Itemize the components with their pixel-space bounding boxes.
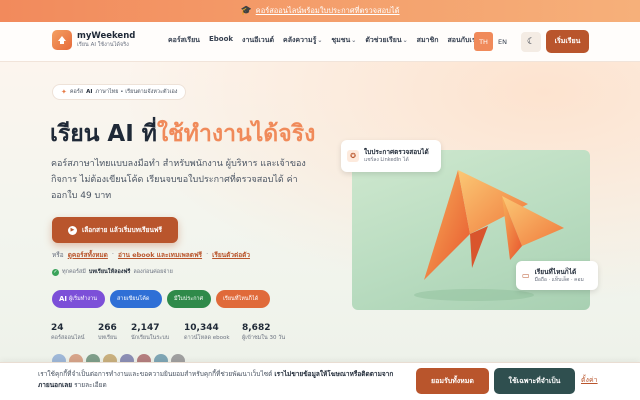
ebook-link[interactable]: อ่าน ebook และเทมเพลตฟรี [118,250,202,260]
free-lesson-note: ✓ ทุกคอร์สมี บทเรียนให้ลองฟรี ลองก่อนค่อยจ… [52,268,173,276]
chip-certificate[interactable]: มีใบประกาศ [167,290,211,308]
lang-en-button[interactable]: EN [493,32,512,51]
free-prefix: ทุกคอร์สมี [62,269,86,275]
chevron-down-icon: ⌄ [351,37,357,44]
hero-title-accent: ใช้ทำงานได้จริง [156,121,316,147]
site-header: myWeekend เรียน AI ใช้งานได้จริง คอร์สเร… [0,22,640,62]
certificate-badge: ✪ ใบประกาศตรวจสอบได้ แชร์ลง LinkedIn ได้ [341,140,441,172]
free-bold: บทเรียนให้ลองฟรี [88,269,131,275]
free-suffix: ลองก่อนค่อยจ่าย [133,269,173,275]
stat-label: นักเรียนในระบบ [131,335,170,341]
graduation-cap-icon: 🎓 [240,6,252,16]
chip-label: มีใบประกาศ [174,296,204,302]
cookie-text-plain: เราใช้คุกกี้ที่จำเป็นต่อการทำงานและขอควา… [38,370,275,378]
stat-value: 8,682 [242,323,271,333]
stat-students: 2,147 นักเรียนในระบบ [131,322,169,343]
play-icon: ▶ [67,225,77,235]
stat-value: 2,147 [131,323,160,333]
stat-visitors: 8,682 ผู้เข้าชมใน 30 วัน [242,322,285,343]
or-label: หรือ [52,251,64,259]
badge-title: เรียนที่ไหนก็ได้ [534,267,577,276]
logo-name: myWeekend [77,31,136,41]
chip-label: ผู้เริ่มทำงาน [69,296,97,302]
nav-item-ebook[interactable]: Ebook [209,35,233,46]
stat-label: ดาวน์โหลด ebook [184,335,230,341]
moon-icon: ☾ [526,37,536,47]
separator: · [206,250,209,258]
anywhere-badge: ▭ เรียนที่ไหนก็ได้ มือถือ · แท็บเล็ต · ค… [516,261,598,290]
language-switcher: TH EN [474,32,512,51]
hero-title: เรียน AI ที่ใช้ทำงานได้จริง [50,116,315,152]
chip-anywhere[interactable]: เรียนที่ไหนก็ได้ [216,290,270,308]
nav-item-knowledge[interactable]: คลังความรู้⌄ [283,35,322,46]
separator: · [111,250,114,258]
stat-label: ผู้เข้าชมใน 30 วัน [242,335,286,341]
hero-links: หรือ ดูคอร์สทั้งหมด · อ่าน ebook และเทมเ… [52,250,250,260]
dark-mode-toggle[interactable]: ☾ [521,32,541,52]
nav-item-membership[interactable]: สมาชิก [417,35,439,46]
chip-bold: AI [59,295,68,303]
logo[interactable]: myWeekend เรียน AI ใช้งานได้จริง [52,30,135,50]
stat-value: 266 [98,323,117,333]
announcement-bar[interactable]: 🎓 คอร์สออนไลน์พร้อมใบประกาศที่ตรวจสอบได้ [0,0,640,22]
pill-rest: ภาษาไทย • เรียนตามจังหวะตัวเอง [95,89,178,95]
all-courses-link[interactable]: ดูคอร์สทั้งหมด [68,250,108,260]
badge-subtitle: มือถือ · แท็บเล็ต · คอม [534,276,584,283]
start-learning-button[interactable]: เริ่มเรียน [546,30,589,53]
chip-beginner[interactable]: AI ผู้เริ่มทำงาน [52,290,105,308]
pill-bold: AI [86,89,93,95]
hero-description: คอร์สภาษาไทยแบบลงมือทำ สำหรับพนักงาน ผู้… [51,159,306,201]
certificate-icon: ✪ [347,150,359,162]
stat-label: คอร์สออนไลน์ [51,335,85,341]
cta-label: เลือกสาย แล้วเริ่มบทเรียนฟรี [81,226,163,234]
badge-title: ใบประกาศตรวจสอบได้ [364,148,429,156]
sparkle-icon: ✦ [61,88,67,96]
devices-icon: ▭ [522,271,530,280]
logo-tagline: เรียน AI ใช้งานได้จริง [77,42,129,48]
stat-label: บทเรียน [98,335,117,341]
chip-label: เรียนที่ไหนก็ได้ [223,296,259,302]
logo-icon [52,30,72,50]
pill-label: คอร์ส [69,89,84,95]
category-chips: AI ผู้เริ่มทำงาน สายเขียนโค้ด มีใบประกาศ … [52,290,270,308]
stat-downloads: 10,344 ดาวน์โหลด ebook [184,322,230,343]
chevron-down-icon: ⌄ [317,37,323,44]
hero-pill: ✦ คอร์ส AI ภาษาไทย • เรียนตามจังหวะตัวเอ… [52,84,187,100]
nav-item-community[interactable]: ชุมชน⌄ [331,35,356,46]
stat-value: 10,344 [184,323,219,333]
cookie-text: เราใช้คุกกี้ที่จำเป็นต่อการทำงานและขอควา… [38,369,398,391]
check-icon: ✓ [52,268,59,276]
accept-all-cookies-button[interactable]: ยอมรับทั้งหมด [416,368,489,394]
main-nav: คอร์สเรียน Ebook งานอีเวนต์ คลังความรู้⌄… [168,35,480,46]
start-free-lesson-button[interactable]: ▶ เลือกสาย แล้วเริ่มบทเรียนฟรี [52,217,178,243]
announcement-text[interactable]: คอร์สออนไลน์พร้อมใบประกาศที่ตรวจสอบได้ [256,5,400,17]
cookie-details-link[interactable]: รายละเอียด [72,381,107,389]
stat-courses: 24 คอร์สออนไลน์ [51,322,85,343]
nav-item-courses[interactable]: คอร์สเรียน [168,35,200,46]
lang-th-button[interactable]: TH [474,32,493,51]
tutoring-link[interactable]: เรียนตัวต่อตัว [212,250,250,260]
stat-lessons: 266 บทเรียน [98,322,117,343]
chevron-down-icon: ⌄ [402,37,408,44]
hero-title-plain: เรียน AI ที่ [50,121,157,147]
cookie-settings-link[interactable]: ตั้งค่า [581,375,598,386]
necessary-cookies-button[interactable]: ใช้เฉพาะที่จำเป็น [494,368,575,394]
stat-value: 24 [51,323,64,333]
chip-label: สายเขียนโค้ด [117,296,150,302]
badge-subtitle: แชร์ลง LinkedIn ได้ [364,157,409,163]
cookie-banner: เราใช้คุกกี้ที่จำเป็นต่อการทำงานและขอควา… [0,362,640,400]
nav-item-learning-tools[interactable]: ตัวช่วยเรียน⌄ [365,35,407,46]
nav-item-events[interactable]: งานอีเวนต์ [242,35,274,46]
chip-coding[interactable]: สายเขียนโค้ด [110,290,162,308]
